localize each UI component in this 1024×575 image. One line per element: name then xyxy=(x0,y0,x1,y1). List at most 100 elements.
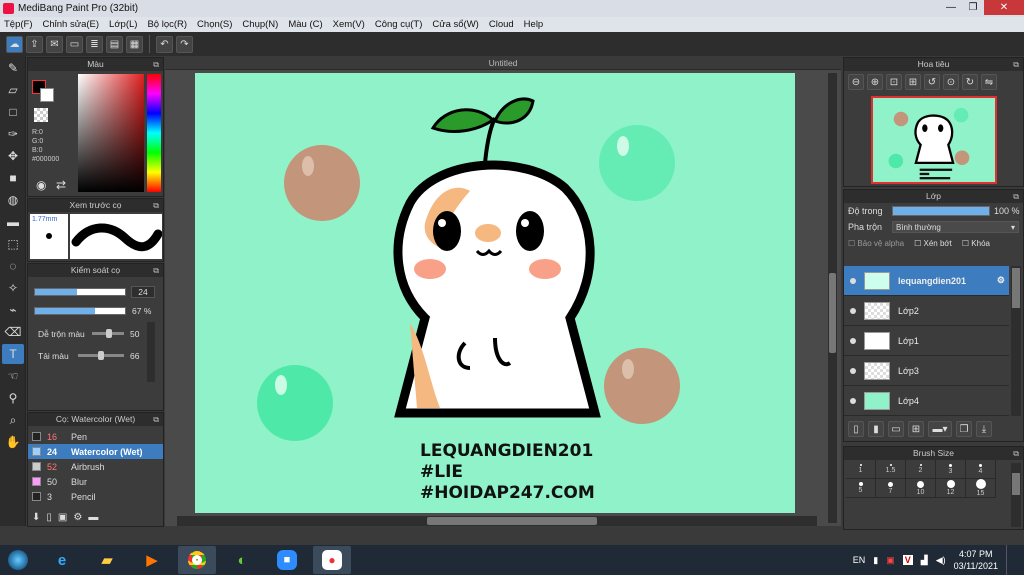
brush-size-slider[interactable] xyxy=(34,288,126,296)
brush-size-cell[interactable]: 1.5 xyxy=(876,460,906,479)
brush-size-cell[interactable]: 15 xyxy=(966,479,996,498)
brush-size-cell[interactable]: 4 xyxy=(966,460,996,479)
select-eraser-tool-icon[interactable]: ⌫ xyxy=(2,322,24,342)
brush-item[interactable]: 24 Watercolor (Wet) xyxy=(28,444,163,459)
visibility-icon[interactable] xyxy=(850,337,856,344)
brush-size-cell[interactable]: 1 xyxy=(846,460,876,479)
visibility-icon[interactable] xyxy=(850,367,856,374)
media-player-icon[interactable]: ▶ xyxy=(133,546,171,574)
brush-opacity-slider[interactable] xyxy=(34,307,126,315)
layer-item[interactable]: Lớp4 xyxy=(844,386,1009,416)
menu-cloud[interactable]: Cloud xyxy=(489,19,514,30)
chrome-icon[interactable] xyxy=(178,546,216,574)
blend-mode-select[interactable]: Bình thường ▾ xyxy=(892,221,1019,233)
brush-item[interactable]: 50 Blur xyxy=(28,474,163,489)
layer-scrollbar[interactable] xyxy=(1011,266,1021,416)
menu-edit[interactable]: Chỉnh sửa(E) xyxy=(43,19,100,30)
menu-file[interactable]: Tệp(F) xyxy=(4,19,33,30)
brush-size-cell[interactable]: 3 xyxy=(936,460,966,479)
popout-icon[interactable]: ⧉ xyxy=(1013,190,1019,203)
maximize-button[interactable]: ❐ xyxy=(962,0,984,15)
clock[interactable]: 4:07 PM 03/11/2021 xyxy=(954,548,998,572)
new-8bit-layer-icon[interactable]: ▮ xyxy=(868,421,884,437)
background-color-swatch[interactable] xyxy=(40,88,54,102)
eyedropper-tool-icon[interactable]: ⌕ xyxy=(2,410,24,430)
export-icon[interactable]: ⇪ xyxy=(26,35,43,53)
canvas-vertical-scrollbar[interactable] xyxy=(828,73,837,523)
swap-icon[interactable]: ⇄ xyxy=(56,178,66,192)
minimize-button[interactable]: — xyxy=(940,0,962,15)
popout-icon[interactable]: ⧉ xyxy=(153,264,159,277)
text-tool-icon[interactable]: T xyxy=(2,344,24,364)
brush-item[interactable]: 3 Pencil xyxy=(28,489,163,504)
brush-size-cell[interactable]: 7 xyxy=(876,479,906,498)
new-1bit-layer-icon[interactable]: ▭ xyxy=(888,421,904,437)
palette-icon[interactable]: ◉ xyxy=(36,178,46,192)
operation-tool-icon[interactable]: ☜ xyxy=(2,366,24,386)
brush-menu-icon[interactable]: ▣ xyxy=(58,512,67,523)
add-layer-menu-icon[interactable]: ⊞ xyxy=(908,421,924,437)
redo-button[interactable]: ↷ xyxy=(176,35,193,53)
fit-icon[interactable]: ⊡ xyxy=(886,74,902,90)
file-explorer-icon[interactable]: ▰ xyxy=(88,546,126,574)
magic-wand-tool-icon[interactable]: ✧ xyxy=(2,278,24,298)
lasso-tool-icon[interactable]: ◌ xyxy=(2,256,24,276)
add-brush-icon[interactable]: ▯ xyxy=(46,512,52,523)
show-desktop-button[interactable] xyxy=(1006,545,1014,575)
gradient-tool-icon[interactable]: ▬ xyxy=(2,212,24,232)
menu-filter[interactable]: Bộ lọc(R) xyxy=(147,19,187,30)
menu-snap[interactable]: Chụp(N) xyxy=(242,19,278,30)
flip-icon[interactable]: ⇋ xyxy=(981,74,997,90)
internet-explorer-icon[interactable]: e xyxy=(43,546,81,574)
zoom-out-icon[interactable]: ⊖ xyxy=(848,74,864,90)
brush-size-cell[interactable]: 10 xyxy=(906,479,936,498)
merge-layer-icon[interactable]: ⤓ xyxy=(976,421,992,437)
brush-size-value[interactable]: 24 xyxy=(131,286,155,298)
select-pen-tool-icon[interactable]: ⌁ xyxy=(2,300,24,320)
rotate-left-icon[interactable]: ↺ xyxy=(924,74,940,90)
brush-cloud-icon[interactable]: ⬇ xyxy=(32,512,40,523)
menu-window[interactable]: Cửa sổ(W) xyxy=(432,19,478,30)
move-tool-icon[interactable]: ✥ xyxy=(2,146,24,166)
layer-opacity-slider[interactable] xyxy=(892,206,990,216)
menu-select[interactable]: Chọn(S) xyxy=(197,19,232,30)
fill-rect-tool-icon[interactable]: ■ xyxy=(2,168,24,188)
vietkey-icon[interactable]: V xyxy=(902,555,913,565)
zoom-icon[interactable]: ■ xyxy=(268,546,306,574)
visibility-icon[interactable] xyxy=(850,307,856,314)
document-icon[interactable]: ≣ xyxy=(86,35,103,53)
dropper-tool-icon[interactable]: ⚲ xyxy=(2,388,24,408)
navigator-thumbnail[interactable] xyxy=(871,96,997,184)
brush-size-cell[interactable]: 5 xyxy=(846,479,876,498)
brush-settings-icon[interactable]: ⚙ xyxy=(73,512,82,523)
zoom-in-icon[interactable]: ⊕ xyxy=(867,74,883,90)
new-layer-icon[interactable]: ▯ xyxy=(848,421,864,437)
flow-slider[interactable] xyxy=(78,351,124,360)
grid-icon[interactable]: ▦ xyxy=(126,35,143,53)
layer-item[interactable]: Lớp2 xyxy=(844,296,1009,326)
protect-alpha-checkbox[interactable]: ☐ Bảo vệ alpha xyxy=(848,239,904,248)
menu-color[interactable]: Màu (C) xyxy=(288,19,322,30)
layer-item[interactable]: Lớp3 xyxy=(844,356,1009,386)
clip-checkbox[interactable]: ☐ Xén bớt xyxy=(914,239,952,248)
volume-icon[interactable]: ◀) xyxy=(936,555,946,566)
manage-icon[interactable]: ▤ xyxy=(106,35,123,53)
brush-size-cell[interactable]: 2 xyxy=(906,460,936,479)
layer-item[interactable]: lequangdien201 ⚙ xyxy=(844,266,1009,296)
page-icon[interactable]: ▭ xyxy=(66,35,83,53)
pen-tool-icon[interactable]: ✑ xyxy=(2,124,24,144)
color-sv-picker[interactable] xyxy=(78,74,144,192)
layer-folder-icon[interactable]: ▬▾ xyxy=(928,421,952,437)
popout-icon[interactable]: ⧉ xyxy=(1013,58,1019,71)
menu-layer[interactable]: Lớp(L) xyxy=(109,19,137,30)
popout-icon[interactable]: ⧉ xyxy=(153,199,159,212)
close-button[interactable]: ✕ xyxy=(984,0,1024,15)
transparent-swatch[interactable] xyxy=(34,108,48,122)
hue-slider[interactable] xyxy=(147,74,161,192)
brush-item[interactable]: 52 Airbrush xyxy=(28,459,163,474)
brush-control-scrollbar[interactable] xyxy=(147,322,155,382)
brush-size-scrollbar[interactable] xyxy=(1011,463,1021,527)
visibility-icon[interactable] xyxy=(850,277,856,284)
menu-help[interactable]: Help xyxy=(524,19,544,30)
cloud-icon[interactable]: ☁ xyxy=(6,35,23,53)
